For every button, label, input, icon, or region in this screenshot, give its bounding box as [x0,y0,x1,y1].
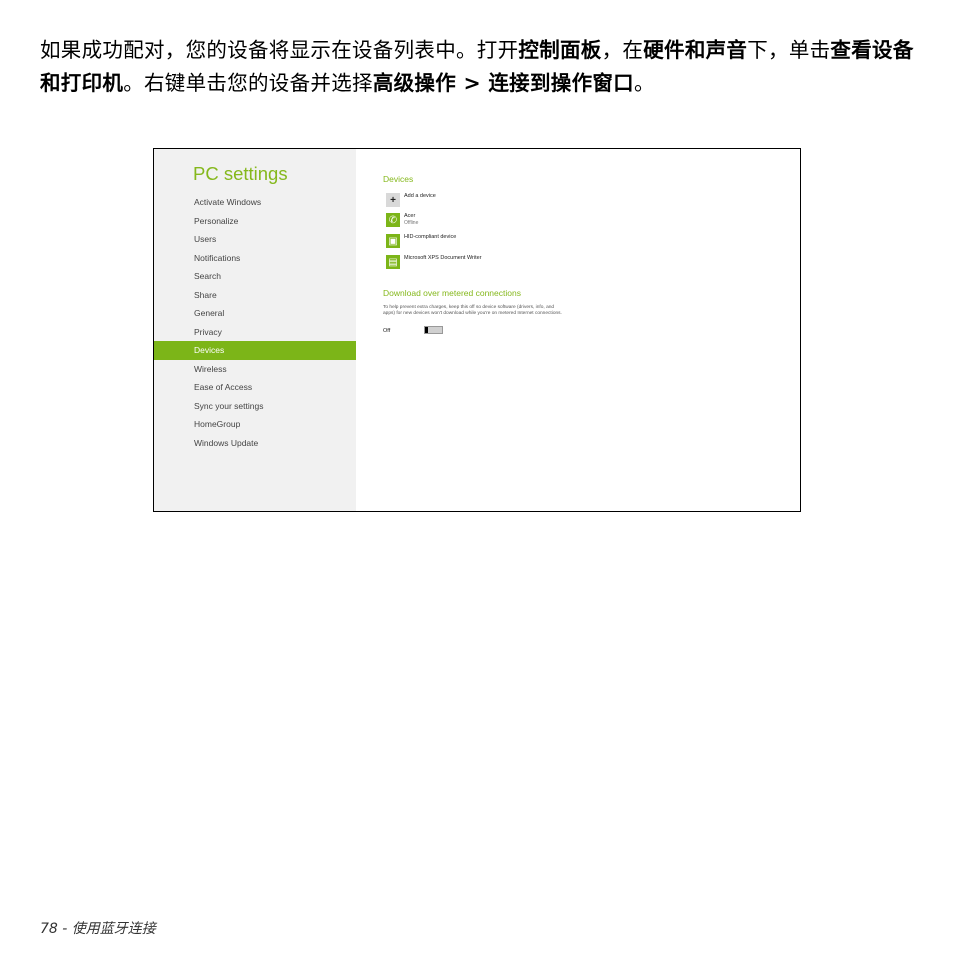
device-name: Acer [404,213,416,219]
pc-settings-screenshot: PC settings Activate Windows Personalize U… [153,148,801,512]
phone-icon: ✆ [386,213,400,227]
device-item-hid[interactable]: ▣ HID-compliant device [386,234,456,248]
toggle-knob [425,327,428,333]
device-item-acer[interactable]: ✆ Acer Offline [386,213,418,227]
devices-heading: Devices [383,174,414,184]
instruction-text-1: 如果成功配对，您的设备将显示在设备列表中。打开 [40,38,519,62]
sidebar-item-personalize[interactable]: Personalize [154,212,356,231]
printer-document-icon: ▤ [386,255,400,269]
device-name: Microsoft XPS Document Writer [404,255,482,261]
plus-icon: + [386,193,400,207]
add-device-label: Add a device [404,193,436,199]
device-item-xps-writer[interactable]: ▤ Microsoft XPS Document Writer [386,255,482,269]
metered-toggle-label: Off [383,328,391,334]
settings-sidebar: PC settings Activate Windows Personalize U… [154,149,356,511]
devices-pane: Devices + Add a device ✆ Acer Offline ▣ … [382,149,800,511]
instruction-text-2: ，在 [601,38,644,62]
page-footer: 78 - 使用蓝牙连接 [40,921,156,937]
metered-toggle-switch[interactable] [424,326,443,334]
device-status: Offline [404,220,419,226]
pc-settings-title: PC settings [193,163,288,184]
instruction-text-5: 。 [633,71,655,95]
instruction-text-4: 。右键单击您的设备并选择 [123,71,373,95]
sidebar-item-share[interactable]: Share [154,286,356,305]
control-panel-label: 控制面板 [518,38,602,62]
sidebar-item-windows-update[interactable]: Windows Update [154,434,356,453]
device-name: HID-compliant device [404,234,457,240]
sidebar-item-users[interactable]: Users [154,230,356,249]
sidebar-item-devices[interactable]: Devices [154,341,356,360]
sidebar-item-notifications[interactable]: Notifications [154,249,356,268]
sidebar-item-general[interactable]: General [154,304,356,323]
metered-heading: Download over metered connections [383,288,521,298]
advanced-operation-label: 高级操作 > 连接到操作窗口 [372,71,634,95]
instruction-text-3: 下，单击 [747,38,831,62]
add-device-button[interactable]: + Add a device [386,193,436,207]
sidebar-item-search[interactable]: Search [154,267,356,286]
instruction-paragraph: 如果成功配对，您的设备将显示在设备列表中。打开控制面板，在硬件和声音下，单击查看… [40,34,918,100]
hardware-sound-label: 硬件和声音 [643,38,748,62]
hid-device-icon: ▣ [386,234,400,248]
metered-description: To help prevent extra charges, keep this… [383,305,562,316]
settings-nav-list: Activate Windows Personalize Users Notifica… [154,193,356,452]
sidebar-item-homegroup[interactable]: HomeGroup [154,415,356,434]
sidebar-item-activate-windows[interactable]: Activate Windows [154,193,356,212]
sidebar-item-sync-your-settings[interactable]: Sync your settings [154,397,356,416]
sidebar-item-ease-of-access[interactable]: Ease of Access [154,378,356,397]
sidebar-item-wireless[interactable]: Wireless [154,360,356,379]
sidebar-item-privacy[interactable]: Privacy [154,323,356,342]
